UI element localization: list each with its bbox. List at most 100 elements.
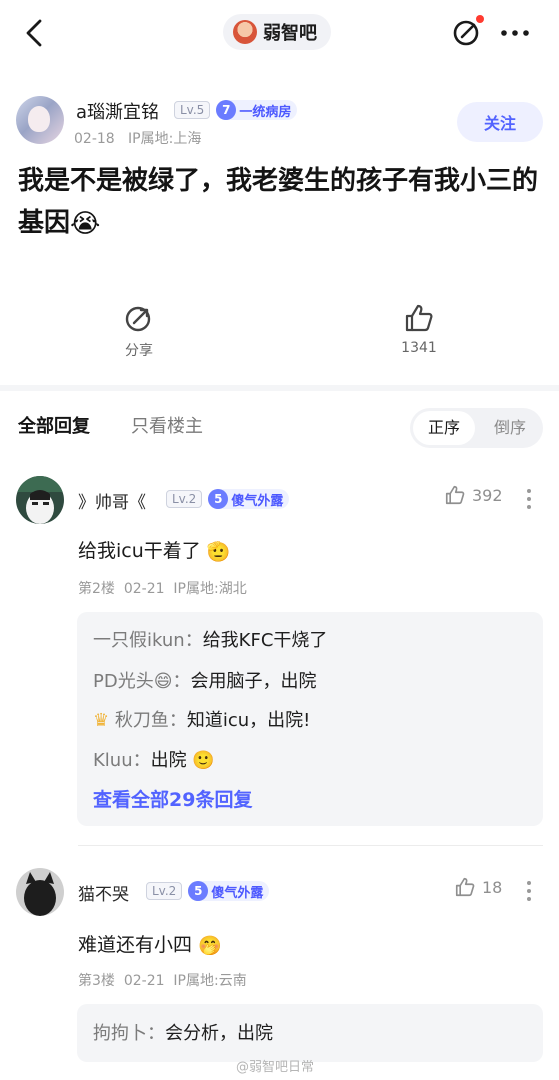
share-label: 分享 xyxy=(125,343,153,359)
reply-item[interactable]: PD光头😄：会用脑子，出院 xyxy=(93,667,316,693)
reply-box: 一只假ikun：给我KFC干烧了 PD光头😄：会用脑子，出院 ♛ 秋刀鱼：知道i… xyxy=(77,612,543,826)
reply-text: 给我KFC干烧了 xyxy=(202,630,328,651)
forum-pill[interactable]: 弱智吧 xyxy=(223,14,331,50)
tab-all-replies[interactable]: 全部回复 xyxy=(18,412,90,438)
avatar-image xyxy=(16,476,64,524)
reply-text: 知道icu，出院! xyxy=(186,710,311,731)
reply-user[interactable]: Kluu xyxy=(93,750,133,771)
reply-user[interactable]: 拘拘卜 xyxy=(93,1023,147,1044)
follow-button[interactable]: 关注 xyxy=(457,102,543,142)
reply-text: 会用脑子，出院 xyxy=(190,671,317,692)
level-badge: Lv.2 xyxy=(166,490,203,508)
commenter-badges: Lv.2 5 傻气外露 xyxy=(146,881,270,901)
commenter-name[interactable]: 猫不哭 xyxy=(78,880,129,905)
author-name[interactable]: a瑙澌宜铭 xyxy=(76,98,159,124)
forum-name: 弱智吧 xyxy=(263,23,317,44)
more-icon[interactable] xyxy=(498,18,532,48)
commenter-name[interactable]: 》帅哥《 xyxy=(78,488,146,513)
post-date: 02-18 xyxy=(74,131,115,147)
like-count: 392 xyxy=(472,485,503,505)
author-meta: 02-18 IP属地:上海 xyxy=(74,128,201,148)
avatar-image xyxy=(16,868,64,916)
group-name: 傻气外露 xyxy=(211,885,264,901)
reply-sep: ： xyxy=(132,750,151,771)
level-badge: Lv.5 xyxy=(174,101,211,119)
reply-item[interactable]: Kluu：出院 🙂 xyxy=(93,746,215,772)
group-level: 5 xyxy=(188,881,209,901)
reply-sep: ： xyxy=(172,671,191,692)
reply-user[interactable]: PD光头😄 xyxy=(93,671,172,692)
order-asc-button[interactable]: 正序 xyxy=(413,411,475,445)
post-title: 我是不是被绿了，我老婆生的孩子有我小三的基因😭 xyxy=(18,160,538,245)
comment-ip: IP属地:湖北 xyxy=(173,581,247,597)
reply-sep: ： xyxy=(147,1023,165,1044)
tab-owner-only[interactable]: 只看楼主 xyxy=(131,412,203,438)
reply-box: 拘拘卜：会分析，出院 xyxy=(77,1004,543,1062)
comment-date: 02-21 xyxy=(123,581,165,597)
group-level: 7 xyxy=(216,100,237,120)
section-divider xyxy=(0,385,559,391)
thumbs-up-icon xyxy=(445,485,465,505)
reply-text: 出院 🙂 xyxy=(150,750,215,771)
group-badge: 5 傻气外露 xyxy=(188,881,270,901)
comment-meta: 第3楼 02-21 IP属地:云南 xyxy=(78,970,247,990)
top-bar: 弱智吧 xyxy=(0,0,559,64)
thumbs-up-icon xyxy=(455,877,475,897)
reply-item[interactable]: ♛ 秋刀鱼：知道icu，出院! xyxy=(93,706,310,732)
commenter-avatar[interactable] xyxy=(16,476,64,524)
comment-more-icon[interactable] xyxy=(520,486,538,512)
crying-emoji: 😭 xyxy=(70,208,101,239)
reply-user[interactable]: 一只假ikun xyxy=(93,630,185,651)
reply-sep: ： xyxy=(168,710,187,731)
comment-text: 给我icu干着了 🫡 xyxy=(78,536,231,563)
share-icon xyxy=(125,306,151,332)
view-all-replies-link[interactable]: 查看全部29条回复 xyxy=(93,785,252,812)
comment-date: 02-21 xyxy=(123,973,165,989)
group-name: 傻气外露 xyxy=(231,493,284,509)
post-ip: IP属地:上海 xyxy=(128,131,202,147)
forum-avatar xyxy=(233,20,257,44)
reply-tabs: 全部回复 只看楼主 正序 倒序 xyxy=(18,404,543,448)
thumbs-up-icon xyxy=(405,304,433,332)
author-badges: Lv.5 7 一统病房 xyxy=(174,100,298,120)
back-arrow-icon[interactable] xyxy=(20,16,50,50)
hand-over-mouth-emoji: 🤭 xyxy=(198,935,222,957)
reply-text: 会分析，出院 xyxy=(165,1023,273,1044)
edit-icon[interactable] xyxy=(450,14,486,50)
comment-text-body: 难道还有小四 xyxy=(78,934,193,956)
comment-text: 难道还有小四 🤭 xyxy=(78,930,222,957)
comment-like[interactable]: 18 xyxy=(454,876,502,898)
comment-text-body: 给我icu干着了 xyxy=(78,540,201,562)
salute-emoji: 🫡 xyxy=(206,541,231,563)
commenter-avatar[interactable] xyxy=(16,868,64,916)
comment-item: 》帅哥《 Lv.2 5 傻气外露 392 给我icu干着了 🫡 第2楼 02-2… xyxy=(16,476,543,836)
comment-meta: 第2楼 02-21 IP属地:湖北 xyxy=(78,578,247,598)
share-action[interactable]: 分享 xyxy=(99,302,179,360)
group-name: 一统病房 xyxy=(239,104,292,120)
group-badge: 5 傻气外露 xyxy=(208,489,290,509)
group-level: 5 xyxy=(208,489,229,509)
level-badge: Lv.2 xyxy=(146,882,183,900)
reply-item[interactable]: 拘拘卜：会分析，出院 xyxy=(93,1019,273,1045)
group-badge: 7 一统病房 xyxy=(216,100,298,120)
crown-icon: ♛ xyxy=(93,710,110,731)
comment-like[interactable]: 392 xyxy=(444,484,503,506)
comment-item: 猫不哭 Lv.2 5 傻气外露 18 难道还有小四 🤭 第3楼 02-21 IP… xyxy=(16,868,543,1068)
reply-user[interactable]: 秋刀鱼 xyxy=(115,710,169,731)
author-avatar[interactable] xyxy=(16,96,64,144)
post-author: a瑙澌宜铭 Lv.5 7 一统病房 02-18 IP属地:上海 关注 xyxy=(16,96,543,152)
order-desc-button[interactable]: 倒序 xyxy=(480,411,540,445)
comment-ip: IP属地:云南 xyxy=(173,973,247,989)
like-count: 1341 xyxy=(401,340,437,356)
order-toggle: 正序 倒序 xyxy=(410,408,543,448)
comment-more-icon[interactable] xyxy=(520,878,538,904)
like-action[interactable]: 1341 xyxy=(379,302,459,356)
commenter-badges: Lv.2 5 傻气外露 xyxy=(166,489,290,509)
like-count: 18 xyxy=(482,877,503,897)
reply-item[interactable]: 一只假ikun：给我KFC干烧了 xyxy=(93,626,327,652)
watermark: @弱智吧日常 xyxy=(236,1060,315,1075)
reply-sep: ： xyxy=(184,630,203,651)
comment-separator xyxy=(78,845,543,846)
floor-number: 第2楼 xyxy=(78,581,115,597)
floor-number: 第3楼 xyxy=(78,973,115,989)
